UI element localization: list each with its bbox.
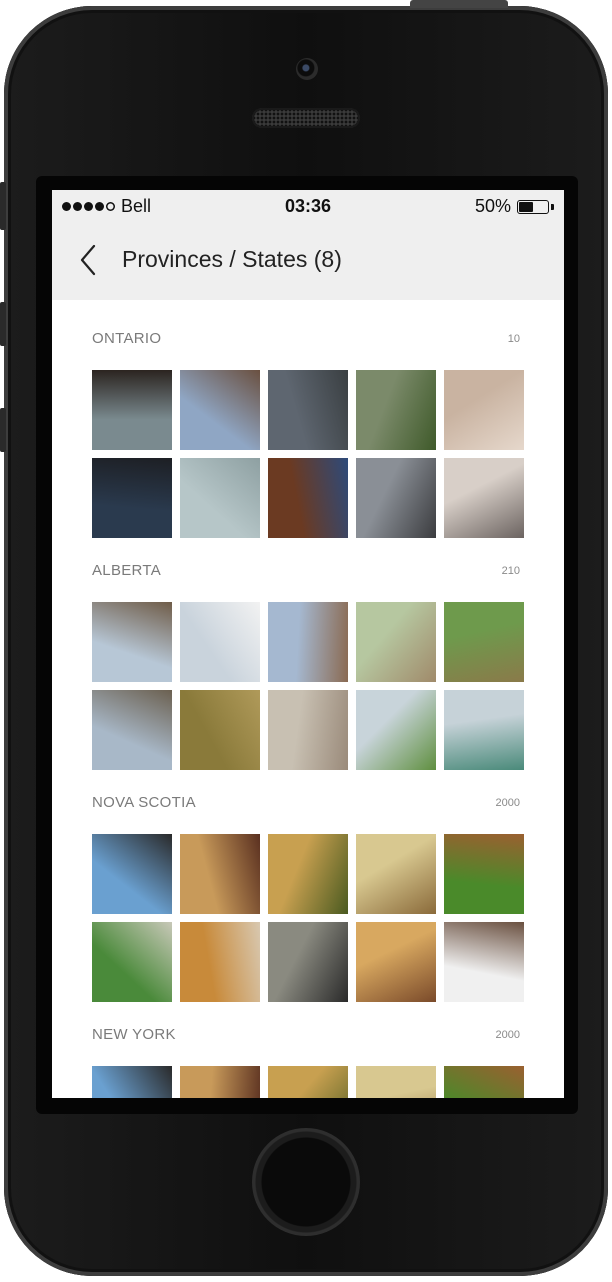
photo-thumbnail[interactable] [92,370,172,450]
photo-thumbnail[interactable] [444,834,524,914]
section-count: 10 [507,333,520,345]
battery-percent: 50% [474,196,511,216]
photo-grid [92,370,524,538]
photo-thumbnail[interactable] [180,1066,260,1098]
photo-thumbnail[interactable] [268,370,348,450]
photo-thumbnail[interactable] [92,602,172,682]
photo-thumbnail[interactable] [268,834,348,914]
photo-thumbnail[interactable] [356,458,436,538]
photo-thumbnail[interactable] [180,602,260,682]
photo-thumbnail[interactable] [268,1066,348,1098]
photo-thumbnail[interactable] [356,690,436,770]
photo-thumbnail[interactable] [356,602,436,682]
section-title: NEW YORK [92,1026,176,1043]
section-count: 210 [501,565,520,577]
photo-thumbnail[interactable] [444,922,524,1002]
front-camera [296,58,318,80]
photo-grid [92,602,524,770]
battery-icon [517,199,549,214]
photo-thumbnail[interactable] [92,922,172,1002]
earpiece-speaker [252,108,360,128]
battery-status: 50% [475,196,554,217]
chevron-left-icon[interactable] [76,242,100,278]
photo-thumbnail[interactable] [268,458,348,538]
photo-thumbnail[interactable] [268,602,348,682]
photo-thumbnail[interactable] [92,690,172,770]
photo-thumbnail[interactable] [444,370,524,450]
section-title: ONTARIO [92,330,162,347]
photo-thumbnail[interactable] [92,1066,172,1098]
section-title: NOVA SCOTIA [92,794,196,811]
section-count: 2000 [495,797,520,809]
photo-thumbnail[interactable] [180,922,260,1002]
status-bar: Bell 03:36 50% [52,190,564,222]
photo-thumbnail[interactable] [92,834,172,914]
photo-thumbnail[interactable] [180,458,260,538]
photo-thumbnail[interactable] [180,690,260,770]
battery-tip [551,203,554,210]
volume-up-button [0,302,6,346]
home-button[interactable] [252,1128,360,1236]
photo-thumbnail[interactable] [180,370,260,450]
photo-thumbnail[interactable] [356,370,436,450]
photo-thumbnail[interactable] [444,602,524,682]
photo-thumbnail[interactable] [180,834,260,914]
photo-grid [92,1066,524,1098]
mute-switch [0,182,6,230]
screen: Bell 03:36 50% Provinces / States (8) ON… [52,190,564,1098]
photo-thumbnail[interactable] [356,1066,436,1098]
photo-thumbnail[interactable] [444,458,524,538]
photo-thumbnail[interactable] [444,690,524,770]
photo-thumbnail[interactable] [268,922,348,1002]
photo-thumbnail[interactable] [444,1066,524,1098]
photo-grid [92,834,524,1002]
page-title: Provinces / States (8) [122,246,342,272]
section-count: 2000 [495,1029,520,1041]
photo-thumbnail[interactable] [356,922,436,1002]
section-title: ALBERTA [92,562,162,579]
nav-bar: Provinces / States (8) [52,222,564,300]
volume-down-button [0,408,6,452]
photo-thumbnail[interactable] [268,690,348,770]
photo-thumbnail[interactable] [92,458,172,538]
photo-thumbnail[interactable] [356,834,436,914]
power-button [410,0,508,8]
